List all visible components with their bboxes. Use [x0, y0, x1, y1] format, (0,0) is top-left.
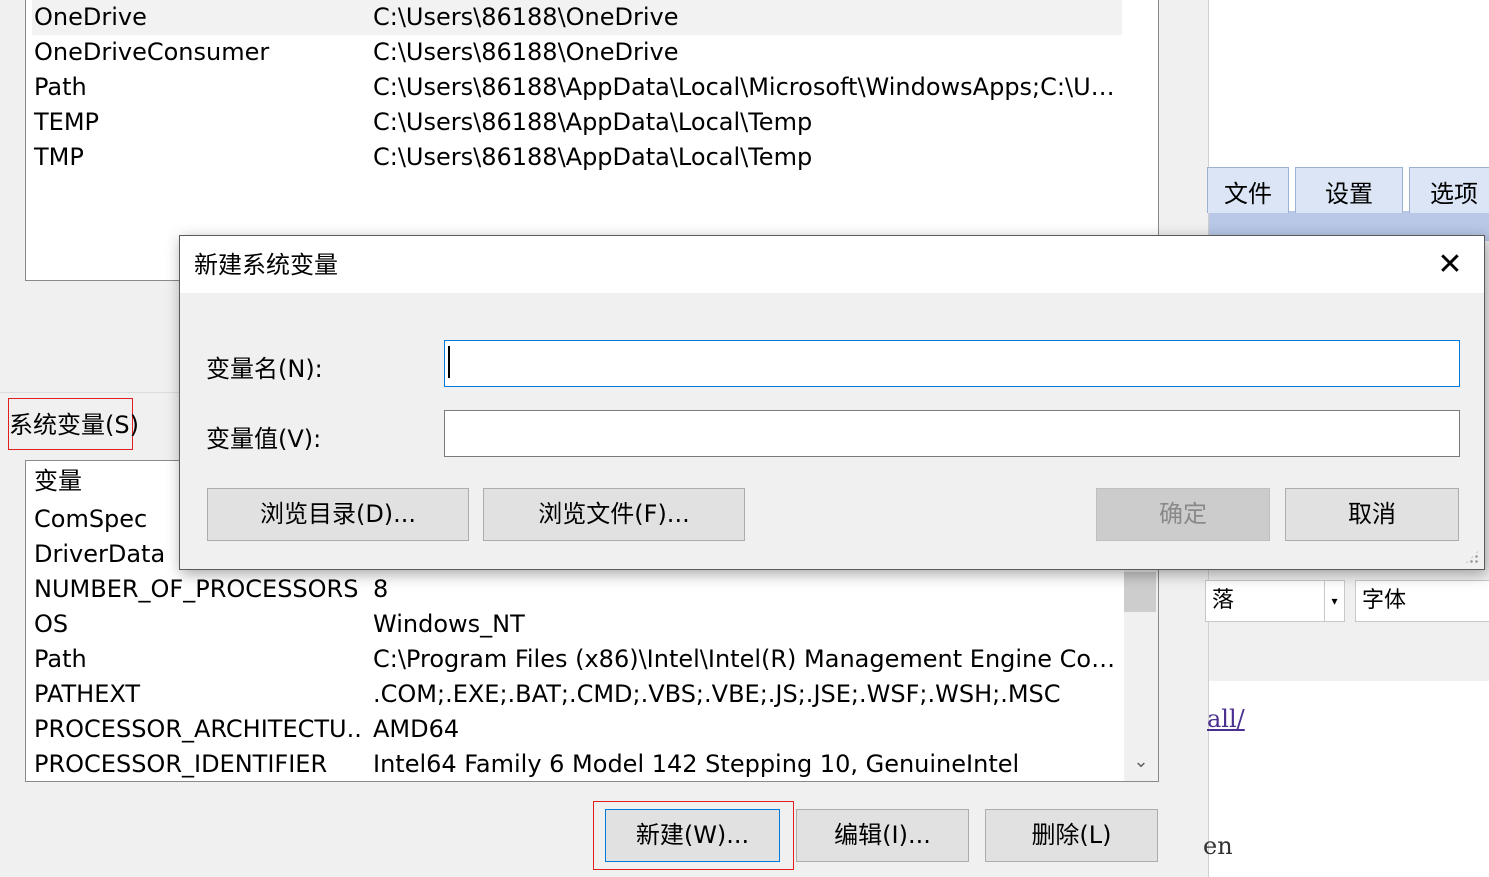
- list-item[interactable]: NUMBER_OF_PROCESSORS 8: [32, 572, 1120, 607]
- variable-value: Windows_NT: [373, 610, 525, 638]
- paragraph-style-select[interactable]: 落 ▾: [1205, 580, 1345, 622]
- variable-name-input[interactable]: [444, 340, 1460, 387]
- variable-name: TEMP: [34, 108, 100, 136]
- variable-value: .COM;.EXE;.BAT;.CMD;.VBS;.VBE;.JS;.JSE;.…: [373, 680, 1061, 708]
- tab-options[interactable]: 选项: [1409, 167, 1489, 213]
- chevron-down-icon[interactable]: ▾: [1324, 581, 1344, 621]
- variable-value: C:\Users\86188\OneDrive: [373, 3, 679, 31]
- page-text-fragment: en: [1203, 832, 1233, 860]
- browse-directory-button[interactable]: 浏览目录(D)...: [207, 488, 469, 541]
- variable-name: PROCESSOR_IDENTIFIER: [34, 750, 328, 778]
- variable-value: C:\Users\86188\OneDrive: [373, 38, 679, 66]
- variable-name: OS: [34, 610, 69, 638]
- new-system-variable-dialog: 新建系统变量 ✕ 变量名(N): 变量值(V): 浏览目录(D)... 浏览文件…: [179, 235, 1485, 570]
- variable-value: AMD64: [373, 715, 460, 743]
- list-item[interactable]: PROCESSOR_IDENTIFIER Intel64 Family 6 Mo…: [32, 747, 1120, 781]
- list-item[interactable]: PROCESSOR_ARCHITECTU... AMD64: [32, 712, 1120, 747]
- variable-value: C:\Users\86188\AppData\Local\Temp: [373, 108, 813, 136]
- new-variable-button[interactable]: 新建(W)...: [605, 809, 780, 862]
- scrollbar-thumb[interactable]: [1124, 572, 1156, 612]
- paragraph-style-value: 落: [1212, 588, 1235, 613]
- variable-value: Intel64 Family 6 Model 142 Stepping 10, …: [373, 750, 1020, 778]
- variable-name: PATHEXT: [34, 680, 141, 708]
- list-item[interactable]: OneDrive C:\Users\86188\OneDrive: [32, 0, 1122, 35]
- variable-value: C:\Users\86188\AppData\Local\Microsoft\W…: [373, 73, 1125, 101]
- cancel-button[interactable]: 取消: [1285, 488, 1459, 541]
- ok-button[interactable]: 确定: [1096, 488, 1270, 541]
- dialog-title: 新建系统变量: [194, 251, 338, 279]
- variable-name: OneDrive: [34, 3, 147, 31]
- variable-name: PROCESSOR_ARCHITECTU...: [34, 715, 364, 743]
- variable-name: Path: [34, 645, 87, 673]
- list-item[interactable]: OneDriveConsumer C:\Users\86188\OneDrive: [32, 35, 1122, 70]
- variable-value: C:\Program Files (x86)\Intel\Intel(R) Ma…: [373, 645, 1125, 673]
- variable-value-label: 变量值(V):: [206, 425, 322, 453]
- browse-file-button[interactable]: 浏览文件(F)...: [483, 488, 745, 541]
- tab-file[interactable]: 文件: [1207, 167, 1289, 213]
- list-item[interactable]: Path C:\Program Files (x86)\Intel\Intel(…: [32, 642, 1125, 677]
- dialog-titlebar[interactable]: 新建系统变量 ✕: [180, 236, 1484, 293]
- font-select[interactable]: 字体: [1355, 580, 1489, 622]
- variable-name: OneDriveConsumer: [34, 38, 270, 66]
- font-select-value: 字体: [1362, 588, 1407, 613]
- list-item[interactable]: Path C:\Users\86188\AppData\Local\Micros…: [32, 70, 1125, 105]
- system-variables-label: 系统变量(S): [8, 398, 139, 450]
- text-caret: [448, 346, 450, 378]
- page-link[interactable]: all/: [1207, 705, 1245, 733]
- resize-grip-icon[interactable]: [1464, 549, 1480, 565]
- variable-value: C:\Users\86188\AppData\Local\Temp: [373, 143, 813, 171]
- list-item[interactable]: TMP C:\Users\86188\AppData\Local\Temp: [32, 140, 1122, 175]
- scroll-down-icon[interactable]: ⌄: [1124, 747, 1158, 777]
- close-icon[interactable]: ✕: [1416, 236, 1484, 293]
- list-item[interactable]: OS Windows_NT: [32, 607, 1120, 642]
- edit-variable-button[interactable]: 编辑(I)...: [796, 809, 969, 862]
- variable-name: NUMBER_OF_PROCESSORS: [34, 575, 359, 603]
- list-item[interactable]: PATHEXT .COM;.EXE;.BAT;.CMD;.VBS;.VBE;.J…: [32, 677, 1120, 712]
- variable-value: 8: [373, 575, 389, 603]
- variable-value-input[interactable]: [444, 410, 1460, 457]
- tab-settings[interactable]: 设置: [1295, 167, 1403, 213]
- variable-name-label: 变量名(N):: [206, 355, 323, 383]
- variable-name: Path: [34, 73, 87, 101]
- variable-name: TMP: [34, 143, 84, 171]
- delete-variable-button[interactable]: 删除(L): [985, 809, 1158, 862]
- list-item[interactable]: TEMP C:\Users\86188\AppData\Local\Temp: [32, 105, 1122, 140]
